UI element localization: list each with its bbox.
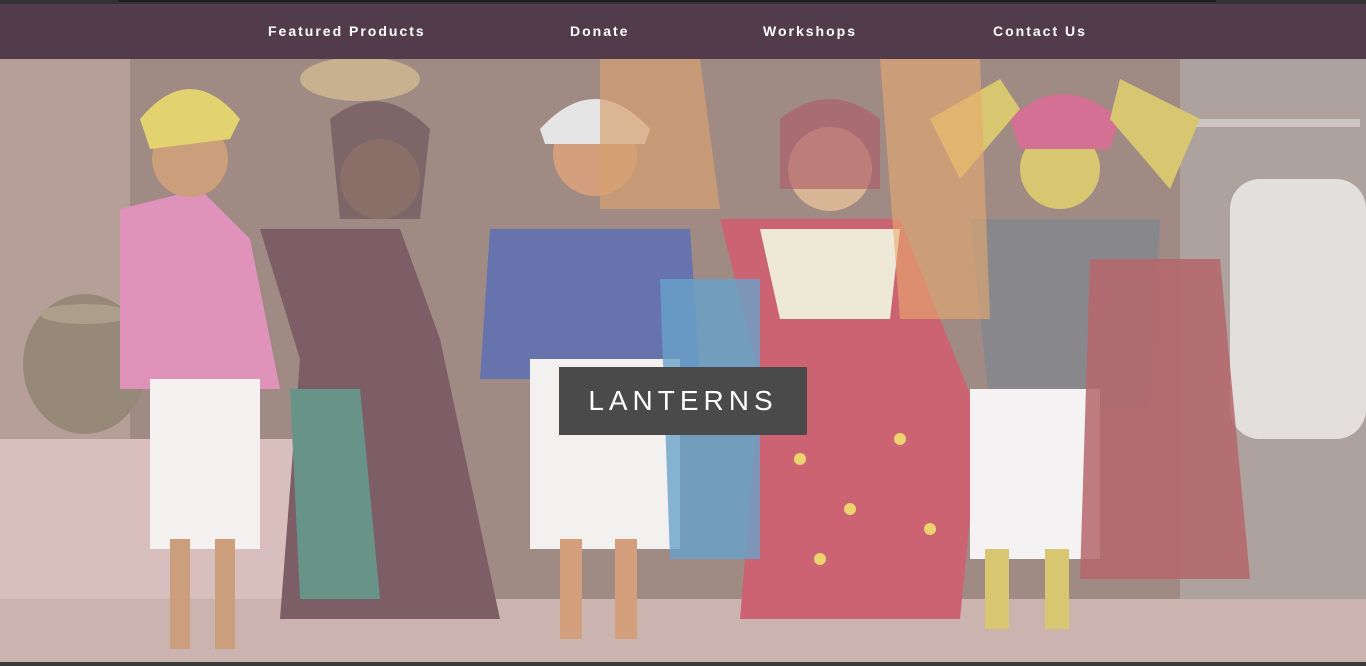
brand-title: LANTERNS: [559, 367, 807, 435]
nav-workshops[interactable]: Workshops: [763, 23, 857, 39]
bottom-border: [0, 662, 1366, 666]
main-navigation: Featured Products Donate Workshops Conta…: [0, 4, 1366, 59]
nav-featured-products[interactable]: Featured Products: [268, 23, 426, 39]
nav-contact-us[interactable]: Contact Us: [993, 23, 1087, 39]
top-border-inner: [118, 0, 1216, 2]
hero-banner: LANTERNS: [0, 59, 1366, 666]
hero-image-tint: [0, 59, 1366, 666]
nav-donate[interactable]: Donate: [570, 23, 629, 39]
